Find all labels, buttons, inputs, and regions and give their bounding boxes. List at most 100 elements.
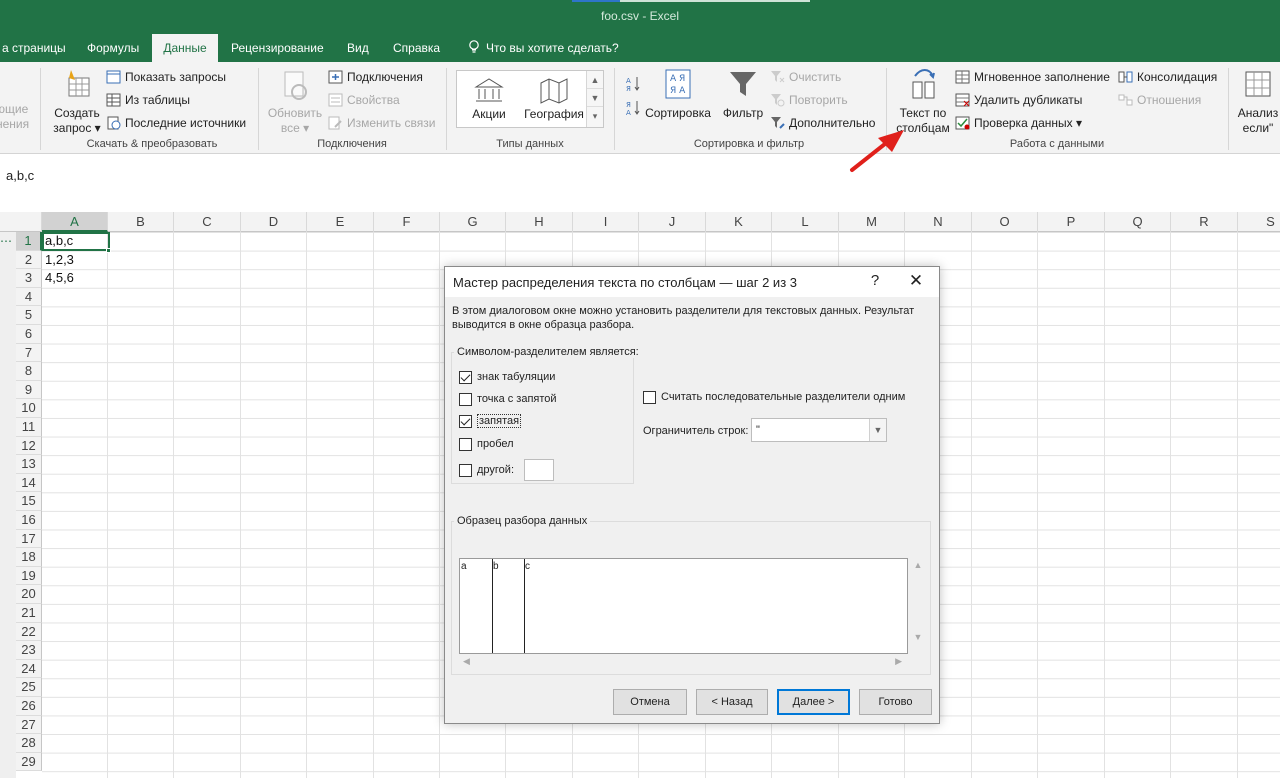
column-header-q[interactable]: Q	[1105, 212, 1171, 232]
comma-checkbox-box[interactable]	[459, 414, 472, 428]
filter-button[interactable]: Фильтр	[720, 68, 766, 121]
row-header-12[interactable]: 12	[16, 436, 42, 456]
row-header-22[interactable]: 22	[16, 622, 42, 642]
row-header-29[interactable]: 29	[16, 752, 42, 772]
recent-sources-button[interactable]: Последние источники	[106, 113, 246, 133]
sort-button[interactable]: А Я Я А Сортировка	[644, 68, 712, 121]
gallery-scroll[interactable]: ▲ ▼ ▾	[586, 71, 603, 127]
column-header-n[interactable]: N	[905, 212, 972, 232]
consecutive-delimiters-checkbox[interactable]: Считать последовательные разделители одн…	[643, 389, 905, 405]
tab-delimiter-checkbox[interactable]: знак табуляции	[459, 369, 555, 385]
semicolon-checkbox-box[interactable]	[459, 392, 472, 406]
fill-handle[interactable]	[106, 248, 111, 253]
space-delimiter-checkbox[interactable]: пробел	[459, 436, 514, 452]
gallery-down-icon[interactable]: ▼	[587, 89, 603, 107]
row-header-11[interactable]: 11	[16, 418, 42, 437]
row-header-19[interactable]: 19	[16, 566, 42, 586]
row-header-14[interactable]: 14	[16, 473, 42, 493]
gallery-more-icon[interactable]: ▾	[587, 107, 603, 125]
column-header-b[interactable]: B	[108, 212, 174, 232]
tab-formulas[interactable]: Формулы	[79, 34, 147, 62]
clear-filter-button[interactable]: Очистить	[770, 67, 841, 87]
edit-links-button[interactable]: Изменить связи	[328, 113, 435, 133]
what-if-analysis-button[interactable]: Анализ если"	[1232, 68, 1280, 136]
column-header-g[interactable]: G	[440, 212, 506, 232]
column-header-l[interactable]: L	[772, 212, 839, 232]
reapply-button[interactable]: Повторить	[770, 90, 848, 110]
column-header-s[interactable]: S	[1238, 212, 1280, 232]
column-header-k[interactable]: K	[706, 212, 772, 232]
column-header-f[interactable]: F	[374, 212, 440, 232]
row-header-18[interactable]: 18	[16, 548, 42, 567]
remove-duplicates-button[interactable]: Удалить дубликаты	[955, 90, 1082, 110]
row-header-13[interactable]: 13	[16, 455, 42, 474]
preview-column-break[interactable]	[524, 559, 525, 653]
sort-za-button[interactable]: ЯА	[626, 98, 644, 118]
data-preview[interactable]: a b c	[459, 558, 908, 654]
sort-az-button[interactable]: АЯ	[626, 74, 644, 94]
column-header-m[interactable]: M	[839, 212, 905, 232]
row-header-17[interactable]: 17	[16, 529, 42, 549]
row-header-1[interactable]: 1	[16, 232, 42, 251]
column-header-o[interactable]: O	[972, 212, 1038, 232]
data-validation-button[interactable]: Проверка данных ▾	[955, 113, 1082, 133]
row-header-4[interactable]: 4	[16, 287, 42, 307]
next-button[interactable]: Далее >	[777, 689, 850, 715]
scroll-left-icon[interactable]: ◀	[463, 656, 470, 667]
row-header-21[interactable]: 21	[16, 604, 42, 623]
column-header-p[interactable]: P	[1038, 212, 1105, 232]
tab-checkbox-box[interactable]	[459, 370, 472, 384]
row-header-8[interactable]: 8	[16, 362, 42, 381]
back-button[interactable]: < Назад	[696, 689, 768, 715]
stocks-button[interactable]: Акции	[457, 71, 521, 127]
row-header-27[interactable]: 27	[16, 715, 42, 735]
column-header-a[interactable]: A	[42, 212, 108, 232]
space-checkbox-box[interactable]	[459, 437, 472, 451]
tab-help[interactable]: Справка	[385, 34, 448, 62]
properties-button[interactable]: Свойства	[328, 90, 400, 110]
preview-vertical-scrollbar[interactable]: ▲ ▼	[911, 558, 925, 654]
cancel-button[interactable]: Отмена	[613, 689, 687, 715]
column-header-d[interactable]: D	[241, 212, 307, 232]
row-header-26[interactable]: 26	[16, 697, 42, 716]
scroll-right-icon[interactable]: ▶	[895, 656, 902, 667]
row-header-3[interactable]: 3	[16, 269, 42, 288]
connections-button[interactable]: Подключения	[328, 67, 423, 87]
finish-button[interactable]: Готово	[859, 689, 932, 715]
row-header-23[interactable]: 23	[16, 641, 42, 660]
row-header-6[interactable]: 6	[16, 325, 42, 344]
tab-page-layout[interactable]: а страницы	[0, 34, 74, 62]
preview-horizontal-scrollbar[interactable]: ◀ ▶	[459, 655, 908, 669]
tab-review[interactable]: Рецензирование	[223, 34, 332, 62]
create-query-button[interactable]: Создать запрос ▾	[48, 68, 106, 136]
preview-column-break[interactable]	[492, 559, 493, 653]
row-header-24[interactable]: 24	[16, 659, 42, 679]
row-header-28[interactable]: 28	[16, 734, 42, 753]
column-header-j[interactable]: J	[639, 212, 706, 232]
semicolon-delimiter-checkbox[interactable]: точка с запятой	[459, 391, 557, 407]
text-qualifier-select[interactable]: " ▼	[751, 418, 887, 442]
close-icon[interactable]: ✕	[905, 271, 927, 291]
tab-data[interactable]: Данные	[152, 34, 218, 62]
column-header-e[interactable]: E	[307, 212, 374, 232]
column-header-c[interactable]: C	[174, 212, 241, 232]
row-header-2[interactable]: 2	[16, 250, 42, 270]
select-all-corner[interactable]	[16, 212, 42, 232]
row-header-10[interactable]: 10	[16, 399, 42, 418]
existing-connections-button[interactable]: ющие нения	[0, 102, 36, 132]
other-delimiter-checkbox[interactable]: другой:	[459, 458, 555, 482]
row-header-15[interactable]: 15	[16, 492, 42, 511]
row-header-25[interactable]: 25	[16, 678, 42, 697]
tab-view[interactable]: Вид	[339, 34, 377, 62]
comma-delimiter-checkbox[interactable]: запятая	[459, 413, 522, 429]
chevron-down-icon[interactable]: ▼	[869, 419, 886, 441]
formula-bar[interactable]: a,b,c	[0, 162, 1280, 190]
show-queries-button[interactable]: Показать запросы	[106, 67, 226, 87]
row-header-5[interactable]: 5	[16, 306, 42, 325]
row-header-16[interactable]: 16	[16, 511, 42, 530]
scroll-up-icon[interactable]: ▲	[911, 560, 925, 570]
other-delimiter-input[interactable]	[524, 459, 555, 481]
refresh-all-button[interactable]: Обновить все ▾	[266, 68, 324, 136]
row-header-7[interactable]: 7	[16, 343, 42, 363]
cell-a2[interactable]: 1,2,3	[45, 252, 74, 267]
